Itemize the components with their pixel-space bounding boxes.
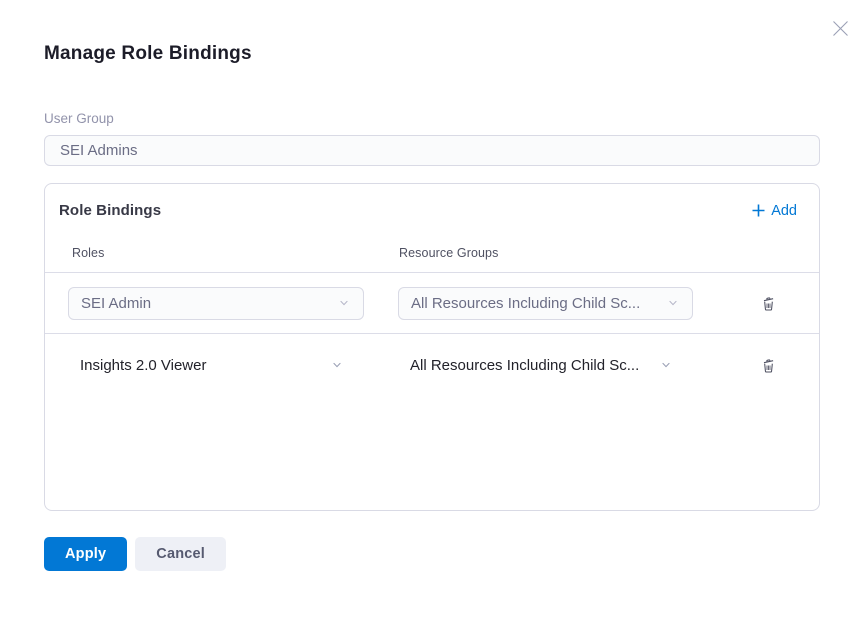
table-header-row: Roles Resource Groups	[45, 246, 819, 272]
close-icon	[832, 20, 849, 37]
resource-group-select[interactable]: All Resources Including Child Sc...	[398, 349, 685, 382]
chevron-down-icon	[330, 358, 344, 372]
trash-icon	[760, 295, 777, 312]
trash-icon	[760, 357, 777, 374]
column-header-resource-groups: Resource Groups	[399, 246, 498, 260]
plus-icon	[751, 203, 766, 218]
add-role-binding-button[interactable]: Add	[751, 203, 797, 219]
role-bindings-title: Role Bindings	[59, 202, 161, 219]
chevron-down-icon	[337, 296, 351, 310]
table-row: Insights 2.0 Viewer All Resources Includ…	[45, 334, 819, 396]
role-select-value: SEI Admin	[81, 295, 151, 312]
resource-group-select-disabled[interactable]: All Resources Including Child Sc...	[398, 287, 693, 320]
user-group-input[interactable]	[44, 135, 820, 166]
add-button-label: Add	[771, 203, 797, 219]
delete-row-button[interactable]	[760, 295, 777, 312]
manage-role-bindings-dialog: Manage Role Bindings User Group Role Bin…	[0, 0, 865, 621]
page-title: Manage Role Bindings	[44, 43, 820, 65]
role-select-disabled[interactable]: SEI Admin	[68, 287, 364, 320]
chevron-down-icon	[666, 296, 680, 310]
role-select[interactable]: Insights 2.0 Viewer	[68, 349, 356, 382]
resource-group-select-value: All Resources Including Child Sc...	[410, 357, 639, 374]
close-button[interactable]	[831, 19, 849, 37]
chevron-down-icon	[659, 358, 673, 372]
delete-row-button[interactable]	[760, 357, 777, 374]
column-header-roles: Roles	[72, 246, 399, 260]
user-group-label: User Group	[44, 111, 820, 126]
role-bindings-panel: Role Bindings Add Roles Resource Groups	[44, 183, 820, 511]
table-row: SEI Admin All Resources Including Child …	[45, 272, 819, 334]
resource-group-select-value: All Resources Including Child Sc...	[411, 295, 640, 312]
apply-button[interactable]: Apply	[44, 537, 127, 571]
role-select-value: Insights 2.0 Viewer	[80, 357, 206, 374]
dialog-footer: Apply Cancel	[44, 537, 820, 571]
cancel-button[interactable]: Cancel	[135, 537, 226, 571]
